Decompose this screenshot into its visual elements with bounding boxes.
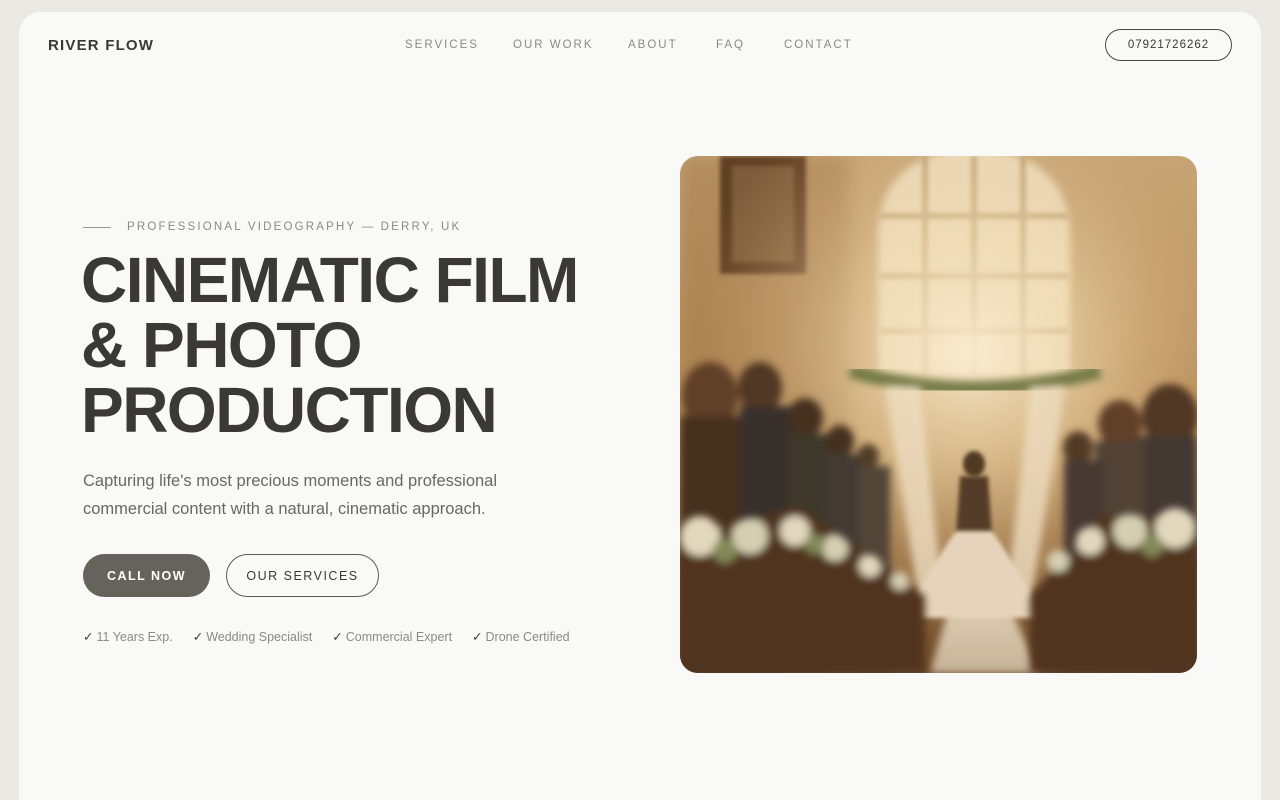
hero-badges: ✓ 11 Years Exp. ✓ Wedding Specialist ✓ Comm… xyxy=(83,629,590,644)
main-nav: SERVICES OUR WORK ABOUT FAQ CONTACT xyxy=(19,39,1261,53)
badge-label: 11 Years Exp. xyxy=(96,630,173,644)
subtext-line-1: Capturing life's most precious moments a… xyxy=(83,472,498,490)
badge-experience: ✓ 11 Years Exp. xyxy=(83,629,173,644)
nav-services[interactable]: SERVICES xyxy=(405,39,479,51)
nav-faq[interactable]: FAQ xyxy=(716,39,745,51)
eyebrow-text: PROFESSIONAL VIDEOGRAPHY — DERRY, UK xyxy=(127,221,462,233)
subtext-line-2: commercial content with a natural, cinem… xyxy=(83,500,486,518)
check-icon: ✓ xyxy=(472,630,483,644)
headline-line-2: & PHOTO xyxy=(81,309,362,381)
phone-button[interactable]: 07921726262 xyxy=(1105,29,1232,61)
badge-label: Drone Certified xyxy=(485,630,570,644)
hero-headline: CINEMATIC FILM & PHOTO PRODUCTION xyxy=(81,248,641,443)
eyebrow-divider xyxy=(83,226,111,228)
check-icon: ✓ xyxy=(192,630,204,644)
nav-contact[interactable]: CONTACT xyxy=(784,39,853,51)
check-icon: ✓ xyxy=(83,630,94,644)
nav-our-work[interactable]: OUR WORK xyxy=(513,39,594,51)
call-now-button[interactable]: CALL NOW xyxy=(83,554,210,597)
headline-line-3: PRODUCTION xyxy=(81,374,498,446)
hero-eyebrow: PROFESSIONAL VIDEOGRAPHY — DERRY, UK xyxy=(83,221,461,233)
badge-wedding: ✓ Wedding Specialist xyxy=(193,629,313,644)
headline-line-1: CINEMATIC FILM xyxy=(81,244,579,316)
our-services-button[interactable]: OUR SERVICES xyxy=(226,554,379,597)
check-icon: ✓ xyxy=(332,630,343,644)
wedding-ceremony-photo xyxy=(680,156,1197,673)
page-card: RIVER FLOW SERVICES OUR WORK ABOUT FAQ C… xyxy=(19,12,1261,800)
badge-commercial: ✓ Commercial Expert xyxy=(332,629,452,644)
badge-label: Commercial Expert xyxy=(345,630,453,644)
hero-subtext: Capturing life's most precious moments a… xyxy=(83,467,553,523)
badge-drone: ✓ Drone Certified xyxy=(472,629,570,644)
badge-label: Wedding Specialist xyxy=(206,630,313,644)
nav-about[interactable]: ABOUT xyxy=(628,39,678,51)
